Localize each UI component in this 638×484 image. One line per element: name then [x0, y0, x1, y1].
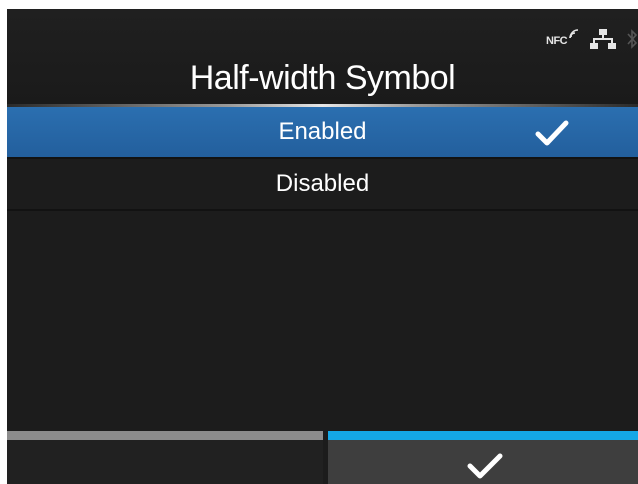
checkmark-icon [535, 120, 569, 146]
network-icon [590, 29, 616, 49]
option-enabled[interactable]: Enabled [7, 107, 638, 159]
option-disabled[interactable]: Disabled [7, 159, 638, 211]
status-bar: NFC [546, 25, 638, 53]
softkey-bar [7, 431, 638, 484]
page-title: Half-width Symbol [189, 59, 456, 97]
confirm-softkey[interactable] [328, 431, 638, 484]
bluetooth-icon [627, 29, 638, 49]
confirm-softkey-indicator [328, 431, 638, 440]
header: NFC Half-width Symbol [7, 9, 638, 106]
printer-screen: NFC Half-width Symbol Enabled Disabled [7, 9, 638, 484]
nfc-icon: NFC [546, 28, 580, 50]
back-softkey-indicator [7, 431, 323, 440]
checkmark-icon [467, 453, 503, 479]
back-softkey[interactable] [7, 431, 323, 484]
option-list: Enabled Disabled [7, 107, 638, 211]
option-label: Disabled [275, 170, 370, 197]
nfc-label: NFC [546, 35, 568, 47]
